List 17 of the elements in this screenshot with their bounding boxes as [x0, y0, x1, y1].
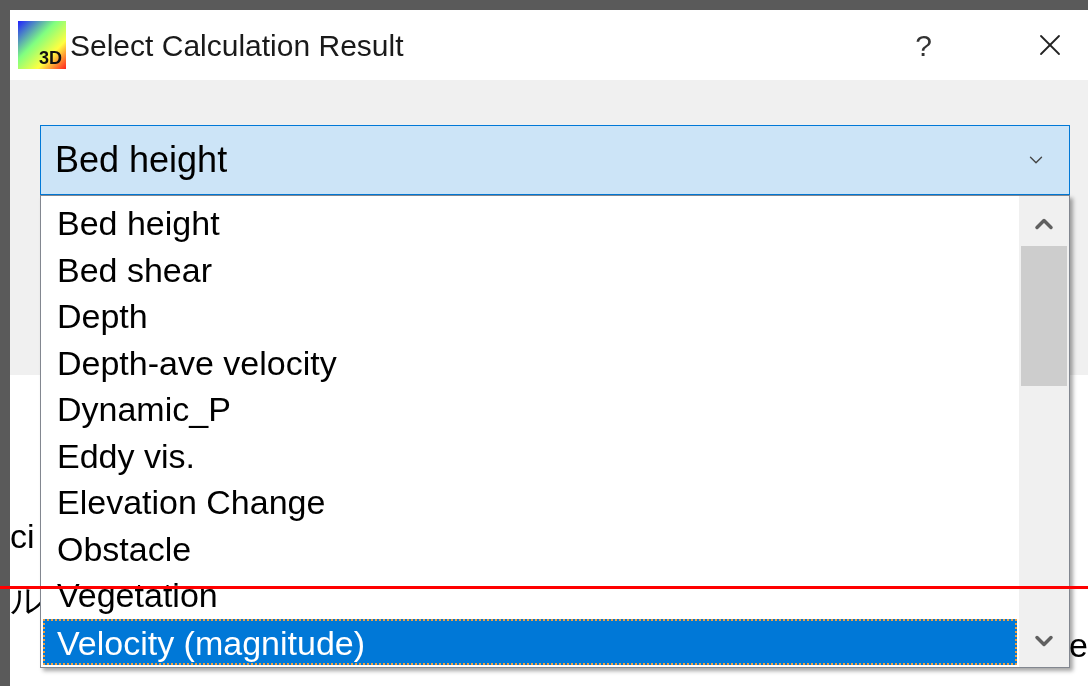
- list-item[interactable]: Bed shear: [43, 246, 1017, 293]
- list-item[interactable]: Eddy vis.: [43, 432, 1017, 479]
- background-text: e: [1069, 626, 1088, 664]
- scroll-thumb[interactable]: [1021, 246, 1067, 386]
- window-title: Select Calculation Result: [70, 27, 404, 64]
- background-text: ci: [10, 516, 36, 557]
- list-item[interactable]: Velocity (magnitude): [43, 618, 1017, 665]
- list-item[interactable]: Depth: [43, 293, 1017, 340]
- list-item[interactable]: Depth-ave velocity: [43, 339, 1017, 386]
- list-item[interactable]: Elevation Change: [43, 479, 1017, 526]
- result-dropdown[interactable]: Bed height: [40, 125, 1070, 195]
- list-item[interactable]: Obstacle: [43, 525, 1017, 572]
- app-logo: 3D: [18, 21, 66, 69]
- scrollbar[interactable]: [1019, 196, 1069, 667]
- list-item[interactable]: Dynamic_P: [43, 386, 1017, 433]
- help-button[interactable]: ?: [915, 22, 932, 68]
- list-item[interactable]: Bed height: [43, 200, 1017, 247]
